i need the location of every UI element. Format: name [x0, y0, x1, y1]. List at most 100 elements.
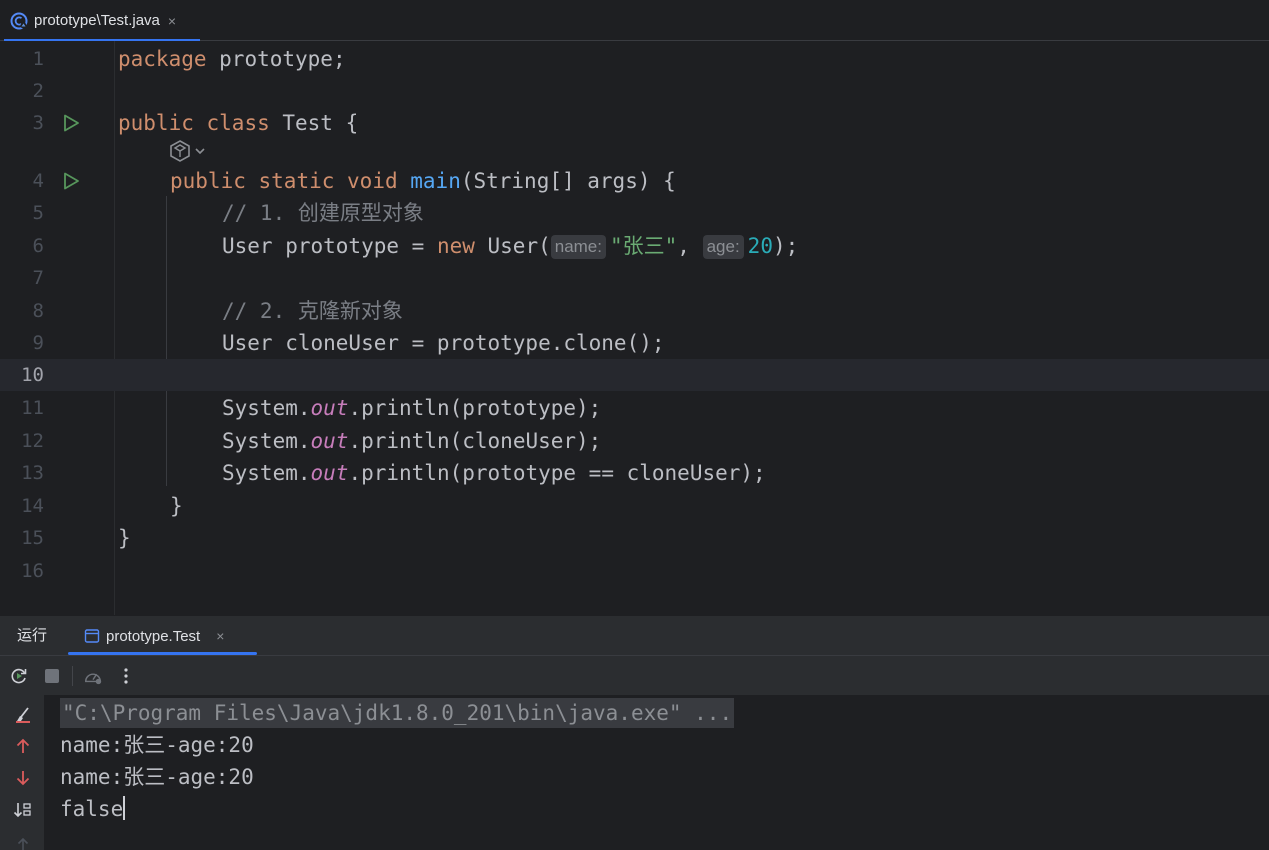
line-number: 4	[32, 170, 44, 192]
keyword: package	[118, 47, 207, 71]
close-icon[interactable]: ×	[168, 13, 176, 29]
parameter-hint-age: age:	[702, 235, 744, 259]
console-side-toolbar	[0, 695, 44, 850]
static-field: out	[310, 396, 349, 420]
more-vertical-icon	[124, 668, 128, 684]
code-line-15: 15 }	[0, 522, 1269, 554]
rerun-icon	[11, 668, 27, 684]
rerun-button[interactable]	[9, 666, 29, 686]
code-line-14: 14 }	[0, 490, 1269, 522]
stop-button[interactable]	[42, 666, 62, 686]
run-class-icon[interactable]	[61, 113, 81, 133]
code-line-13: 13 System.out.println(prototype == clone…	[0, 457, 1269, 489]
line-number: 6	[32, 235, 44, 257]
code-text: public static void main(String[] args) {	[170, 165, 676, 197]
console-output-line: name:张三-age:20	[60, 733, 254, 757]
method-name: main	[410, 169, 461, 193]
code-comment: // 1. 创建原型对象	[222, 201, 424, 225]
gauge-icon	[84, 673, 102, 685]
code-token: System.	[222, 429, 311, 453]
console-output-line-last: false	[60, 793, 126, 825]
code-line-3: 3 public class Test {	[0, 107, 1269, 139]
string-literal: "张三"	[609, 234, 678, 258]
line-number: 9	[32, 332, 44, 354]
code-text: User prototype = new User(name: "张三", age…	[222, 230, 798, 262]
code-token: ,	[677, 234, 703, 258]
keyword: void	[347, 169, 398, 193]
keyword: class	[206, 111, 270, 135]
code-comment: // 2. 克隆新对象	[222, 299, 403, 323]
code-token: prototype;	[206, 47, 346, 71]
code-text: public class Test {	[118, 107, 358, 139]
java-class-icon	[10, 12, 28, 29]
run-panel-title: 运行	[17, 627, 48, 644]
stop-icon	[45, 669, 59, 683]
code-token: (String[] args) {	[460, 169, 676, 193]
run-tab-prototype-test[interactable]: prototype.Test ×	[68, 616, 240, 656]
static-field: out	[310, 429, 349, 453]
scroll-up-button[interactable]	[12, 735, 34, 757]
line-number: 15	[21, 527, 44, 549]
code-text: }	[118, 526, 131, 550]
keyword: public	[170, 169, 246, 193]
run-configuration-icon	[84, 629, 100, 643]
code-line-1: 1 package prototype;	[0, 43, 1269, 75]
code-vision-lens[interactable]	[168, 139, 214, 163]
run-tab-label: prototype.Test	[106, 627, 201, 645]
code-token: );	[772, 234, 799, 258]
code-line-16: 16	[0, 555, 1269, 587]
code-token: .println(prototype == cloneUser);	[348, 461, 766, 485]
code-line-4: 4 public static void main(String[] args)…	[0, 165, 1269, 197]
code-token: .println(prototype);	[348, 396, 602, 420]
line-number: 10	[21, 364, 44, 386]
code-text: System.out.println(cloneUser);	[222, 425, 601, 457]
code-text: package prototype;	[118, 43, 346, 75]
code-text: User cloneUser = prototype.clone();	[222, 331, 665, 355]
scroll-to-end-button[interactable]	[12, 799, 34, 821]
profiler-button[interactable]	[83, 666, 103, 686]
line-number: 7	[32, 267, 44, 289]
line-number: 12	[21, 430, 44, 452]
line-number: 2	[32, 80, 44, 102]
close-icon[interactable]: ×	[216, 628, 224, 644]
keyword: static	[258, 169, 335, 193]
code-line-8: 8 // 2. 克隆新对象	[0, 295, 1269, 327]
clear-console-button[interactable]	[12, 704, 34, 726]
code-token: Test {	[269, 111, 359, 135]
editor-tab-bar: prototype\Test.java ×	[0, 0, 1269, 41]
arrow-up-icon	[17, 837, 29, 850]
console-command-line: "C:\Program Files\Java\jdk1.8.0_201\bin\…	[60, 698, 735, 728]
code-text: System.out.println(prototype == cloneUse…	[222, 457, 766, 489]
console-output[interactable]: "C:\Program Files\Java\jdk1.8.0_201\bin\…	[0, 695, 1269, 850]
code-line-2: 2	[0, 75, 1269, 107]
code-token: User(	[474, 234, 551, 258]
line-number: 5	[32, 202, 44, 224]
code-line-9: 9 User cloneUser = prototype.clone();	[0, 327, 1269, 359]
static-field: out	[310, 461, 349, 485]
line-number: 8	[32, 300, 44, 322]
ai-assistant-icon	[170, 140, 190, 162]
code-line-6: 6 User prototype = new User(name: "张三", a…	[0, 230, 1269, 262]
toolbar-separator	[72, 666, 73, 686]
print-button[interactable]	[12, 832, 34, 850]
more-options-button[interactable]	[116, 666, 136, 686]
editor-tab-test-java[interactable]: prototype\Test.java ×	[4, 0, 186, 41]
line-number: 11	[21, 397, 44, 419]
line-number: 13	[21, 462, 44, 484]
chevron-down-icon	[195, 148, 205, 155]
line-number: 1	[32, 48, 44, 70]
scroll-down-button[interactable]	[12, 767, 34, 789]
code-line-5: 5 // 1. 创建原型对象	[0, 197, 1269, 229]
keyword: public	[118, 111, 194, 135]
console-output-text: false	[60, 797, 124, 821]
code-editor[interactable]: 1 package prototype; 2 3 public class Te…	[0, 41, 1269, 615]
text-caret	[123, 796, 126, 820]
code-token: .println(cloneUser);	[348, 429, 602, 453]
scroll-to-end-icon	[13, 803, 31, 818]
line-number: 14	[21, 495, 44, 517]
code-text: System.out.println(prototype);	[222, 392, 601, 424]
code-line-7: 7	[0, 262, 1269, 294]
line-number: 16	[21, 560, 44, 582]
run-main-icon[interactable]	[61, 171, 81, 191]
code-line-12: 12 System.out.println(cloneUser);	[0, 425, 1269, 457]
